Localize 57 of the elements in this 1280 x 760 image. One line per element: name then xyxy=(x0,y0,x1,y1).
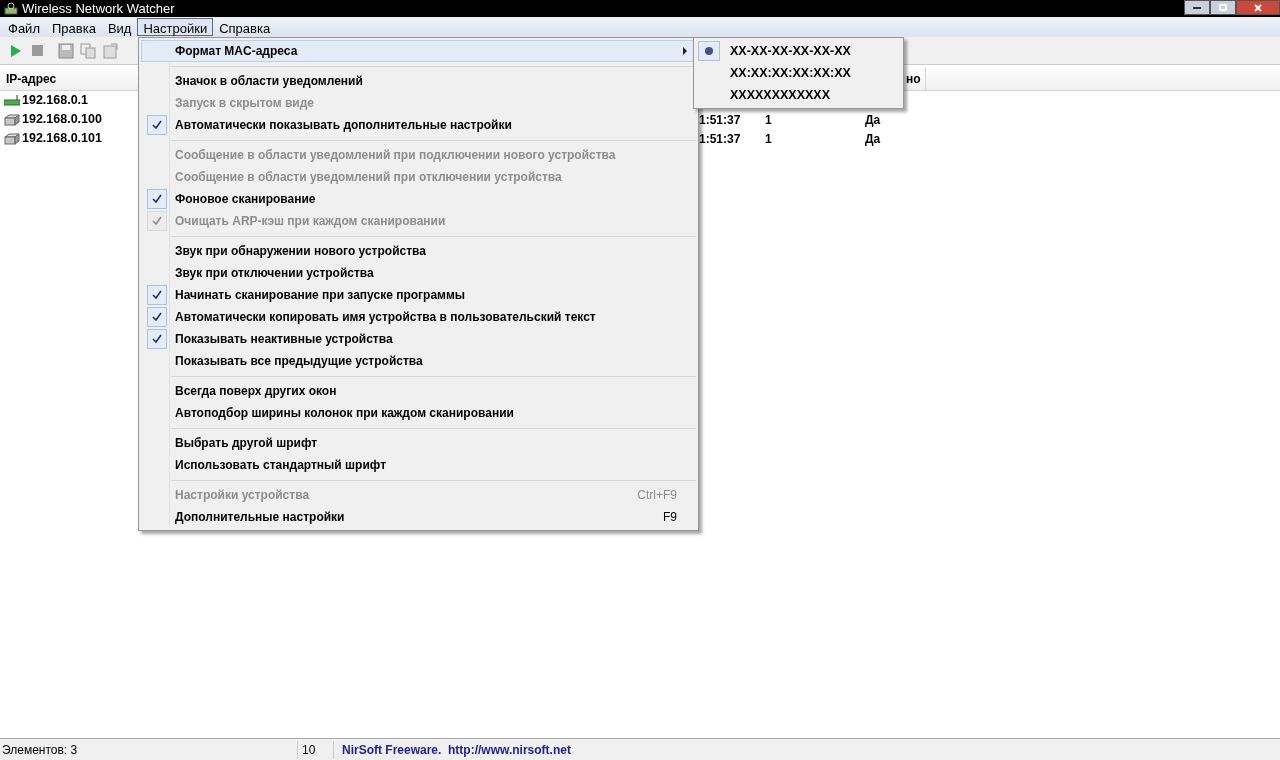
menu-option[interactable]: Показывать неактивные устройства xyxy=(141,328,696,350)
ip-address: 192.168.0.1 xyxy=(22,92,89,110)
status-value: 10 xyxy=(298,740,334,759)
menu-option[interactable]: Дополнительные настройки F9 xyxy=(141,506,696,528)
app-icon xyxy=(4,1,18,16)
menu-option[interactable]: Фоновое сканирование xyxy=(141,188,696,210)
properties-button[interactable] xyxy=(102,42,118,59)
save-button[interactable] xyxy=(58,42,74,59)
menu-item[interactable]: Вид xyxy=(101,18,138,36)
menu-option[interactable]: Всегда поверх других окон xyxy=(141,380,696,402)
table-cell-text: 1 xyxy=(765,130,773,148)
menu-option[interactable]: Автоматически показывать дополнительные настройки xyxy=(141,114,696,136)
ip-address: 192.168.0.101 xyxy=(22,130,102,148)
stop-button[interactable] xyxy=(30,43,44,58)
table-cell-text: 1:51:37 xyxy=(699,111,742,129)
menu-item[interactable]: Настройки xyxy=(137,18,214,36)
menu-option[interactable]: Показывать все предыдущие устройства xyxy=(141,350,696,372)
device-icon xyxy=(4,113,20,126)
menu-option[interactable]: Автоподбор ширины колонок при каждом сканировании xyxy=(141,402,696,424)
floppy-icon xyxy=(58,42,74,59)
menu-option[interactable]: Значок в области уведомлений xyxy=(141,70,696,92)
menu-option[interactable]: Начинать сканирование при запуске программы xyxy=(141,284,696,306)
device-icon xyxy=(4,132,20,145)
table-cell-text: 1 xyxy=(765,111,773,129)
minimize-button[interactable] xyxy=(1184,0,1210,15)
menu-option[interactable]: XX:XX:XX:XX:XX:XX xyxy=(696,62,901,84)
table-cell-text: 1:51:37 xyxy=(699,130,742,148)
router-icon xyxy=(4,94,20,107)
menu-option[interactable]: Звук при отключении устройства xyxy=(141,262,696,284)
menu-option[interactable]: Формат MAC-адреса xyxy=(141,40,696,62)
stop-icon xyxy=(31,45,43,56)
menu-item[interactable]: Файл xyxy=(2,18,46,36)
play-icon xyxy=(10,43,22,58)
close-button[interactable] xyxy=(1236,0,1280,15)
table-cell-text: Да xyxy=(865,130,882,148)
menu-option[interactable]: XXXXXXXXXXXX xyxy=(696,84,901,106)
menu-option[interactable]: Выбрать другой шрифт xyxy=(141,432,696,454)
status-item-count: Элементов: 3 xyxy=(0,740,298,759)
table-cell-text: Да xyxy=(865,111,882,129)
menu-option[interactable]: Автоматически копировать имя устройства в пользовательский текст xyxy=(141,306,696,328)
copy-icon xyxy=(80,42,96,59)
column-header[interactable]: но xyxy=(906,67,926,90)
shortcut-label: Ctrl+F9 xyxy=(637,487,678,504)
window-title: Wireless Network Watcher xyxy=(22,0,175,18)
menu-option[interactable]: Использовать стандартный шрифт xyxy=(141,454,696,476)
copy-button[interactable] xyxy=(80,42,96,59)
shortcut-label: F9 xyxy=(663,509,678,526)
submenu-arrow-icon xyxy=(683,47,687,55)
close-icon xyxy=(1254,3,1262,12)
menu-option[interactable]: Звук при обнаружении нового устройства xyxy=(141,240,696,262)
credit-link[interactable]: NirSoft Freeware. http://www.nirsoft.net xyxy=(334,740,571,759)
menu-option[interactable]: XX-XX-XX-XX-XX-XX xyxy=(696,40,901,62)
maximize-button[interactable] xyxy=(1210,0,1236,15)
document-icon xyxy=(102,42,118,59)
menu-item[interactable]: Справка xyxy=(213,18,277,36)
menu-item[interactable]: Правка xyxy=(45,18,102,36)
ip-address: 192.168.0.100 xyxy=(22,111,102,129)
